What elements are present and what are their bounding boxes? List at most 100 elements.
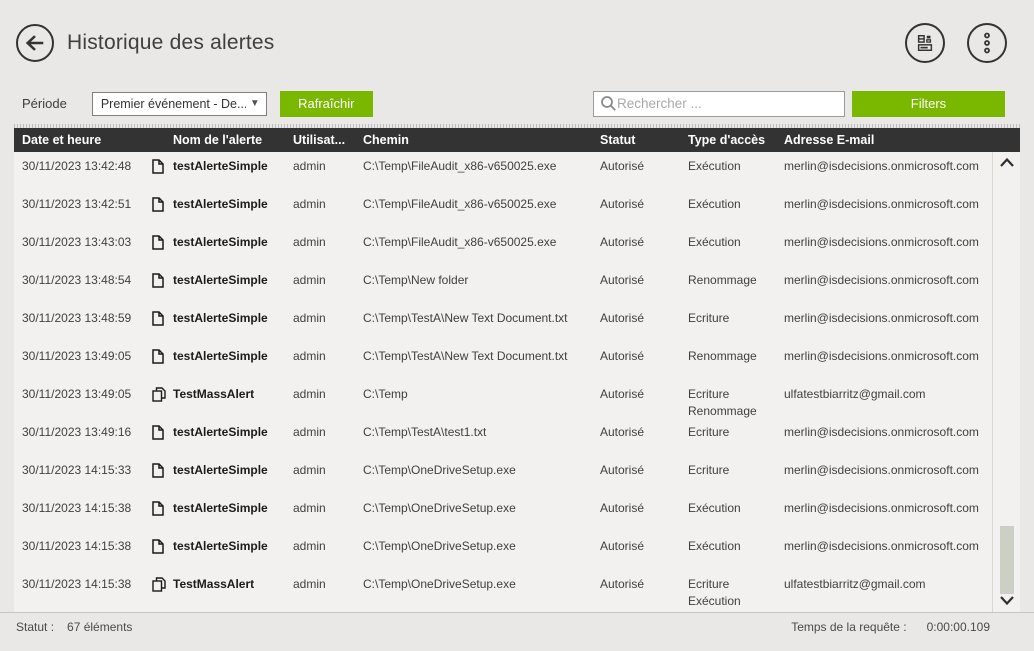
alert-type-icon xyxy=(152,310,173,342)
cell-alert-name: testAlerteSimple xyxy=(173,310,293,342)
status-bar: Statut : 67 éléments Temps de la requête… xyxy=(0,612,1034,651)
search-icon xyxy=(600,95,617,112)
cell-status: Autorisé xyxy=(600,196,688,228)
period-label: Période xyxy=(22,96,67,111)
table-row[interactable]: 30/11/2023 14:15:33 testAlerteSimple adm… xyxy=(22,456,992,494)
cell-email: merlin@isdecisions.onmicrosoft.com xyxy=(784,500,988,532)
table-row[interactable]: 30/11/2023 13:49:05 testAlerteSimple adm… xyxy=(22,342,992,380)
vertical-scrollbar[interactable] xyxy=(993,152,1020,612)
table-row[interactable]: 30/11/2023 14:15:38 testAlerteSimple adm… xyxy=(22,494,992,532)
cell-status: Autorisé xyxy=(600,310,688,342)
chevron-up-icon xyxy=(1000,158,1014,167)
table-row[interactable]: 30/11/2023 13:49:05 TestMassAlert admin … xyxy=(22,380,992,418)
cell-path: C:\Temp\TestA\New Text Document.txt xyxy=(363,310,600,342)
cell-user: admin xyxy=(293,576,363,608)
query-time-label: Temps de la requête : xyxy=(791,620,906,634)
table-row[interactable]: 30/11/2023 13:42:48 testAlerteSimple adm… xyxy=(22,152,992,190)
cell-user: admin xyxy=(293,386,363,418)
column-header-1[interactable]: Nom de l'alerte xyxy=(173,133,293,147)
cell-datetime: 30/11/2023 13:49:16 xyxy=(22,424,152,456)
table-header: Date et heureNom de l'alerteUtilisat...C… xyxy=(14,128,1020,152)
cell-datetime: 30/11/2023 14:15:33 xyxy=(22,462,152,494)
table-row[interactable]: 30/11/2023 14:15:38 testAlerteSimple adm… xyxy=(22,532,992,570)
cell-status: Autorisé xyxy=(600,424,688,456)
cell-user: admin xyxy=(293,424,363,456)
cell-alert-name: testAlerteSimple xyxy=(173,158,293,190)
alert-type-icon xyxy=(152,196,173,228)
alert-type-icon xyxy=(152,462,173,494)
arrow-left-icon xyxy=(24,32,46,54)
cell-status: Autorisé xyxy=(600,348,688,380)
cell-alert-name: testAlerteSimple xyxy=(173,538,293,570)
column-chooser-icon xyxy=(915,33,935,53)
table-row[interactable]: 30/11/2023 13:48:54 testAlerteSimple adm… xyxy=(22,266,992,304)
column-header-6[interactable]: Adresse E-mail xyxy=(784,133,1020,147)
cell-path: C:\Temp xyxy=(363,386,600,418)
table-row[interactable]: 30/11/2023 13:49:16 testAlerteSimple adm… xyxy=(22,418,992,456)
table-body-wrap: 30/11/2023 13:42:48 testAlerteSimple adm… xyxy=(14,152,1020,612)
scroll-down-button[interactable] xyxy=(993,592,1020,608)
cell-alert-name: testAlerteSimple xyxy=(173,500,293,532)
cell-alert-name: testAlerteSimple xyxy=(173,196,293,228)
cell-path: C:\Temp\OneDriveSetup.exe xyxy=(363,462,600,494)
cell-user: admin xyxy=(293,272,363,304)
cell-datetime: 30/11/2023 13:49:05 xyxy=(22,348,152,380)
cell-path: C:\Temp\FileAudit_x86-v650025.exe xyxy=(363,234,600,266)
cell-alert-name: TestMassAlert xyxy=(173,386,293,418)
cell-access-type: Ecriture Renommage xyxy=(688,386,784,418)
table-row[interactable]: 30/11/2023 13:43:03 testAlerteSimple adm… xyxy=(22,228,992,266)
more-options-button[interactable] xyxy=(967,23,1007,63)
status-label: Statut : xyxy=(16,620,54,634)
cell-email: merlin@isdecisions.onmicrosoft.com xyxy=(784,538,988,570)
cell-email: merlin@isdecisions.onmicrosoft.com xyxy=(784,424,988,456)
alert-type-icon xyxy=(152,158,173,190)
cell-user: admin xyxy=(293,196,363,228)
cell-access-type: Renommage xyxy=(688,348,784,380)
cell-path: C:\Temp\OneDriveSetup.exe xyxy=(363,576,600,608)
alert-type-icon xyxy=(152,272,173,304)
cell-datetime: 30/11/2023 13:42:48 xyxy=(22,158,152,190)
cell-path: C:\Temp\TestA\New Text Document.txt xyxy=(363,348,600,380)
column-header-0[interactable]: Date et heure xyxy=(22,133,173,147)
table-row[interactable]: 30/11/2023 14:15:38 TestMassAlert admin … xyxy=(22,570,992,608)
cell-email: merlin@isdecisions.onmicrosoft.com xyxy=(784,158,988,190)
column-header-2[interactable]: Utilisat... xyxy=(293,133,363,147)
cell-access-type: Exécution xyxy=(688,196,784,228)
search-input[interactable] xyxy=(617,96,840,111)
toolbar: Période Premier événement - De... ▼ Rafr… xyxy=(0,85,1034,122)
cell-access-type: Ecriture xyxy=(688,310,784,342)
filters-button[interactable]: Filters xyxy=(852,91,1005,117)
refresh-button[interactable]: Rafraîchir xyxy=(280,91,373,117)
cell-datetime: 30/11/2023 14:15:38 xyxy=(22,538,152,570)
caret-down-icon: ▼ xyxy=(250,98,260,109)
table-row[interactable]: 30/11/2023 13:48:59 testAlerteSimple adm… xyxy=(22,304,992,342)
cell-status: Autorisé xyxy=(600,462,688,494)
cell-email: merlin@isdecisions.onmicrosoft.com xyxy=(784,196,988,228)
column-chooser-button[interactable] xyxy=(905,23,945,63)
cell-status: Autorisé xyxy=(600,538,688,570)
page-title: Historique des alertes xyxy=(67,31,275,55)
table-row[interactable]: 30/11/2023 13:42:51 testAlerteSimple adm… xyxy=(22,190,992,228)
alerts-table: Date et heureNom de l'alerteUtilisat...C… xyxy=(14,128,1020,612)
scroll-up-button[interactable] xyxy=(993,154,1020,170)
cell-status: Autorisé xyxy=(600,386,688,418)
cell-alert-name: testAlerteSimple xyxy=(173,462,293,494)
alert-type-icon xyxy=(152,576,173,608)
alert-type-icon xyxy=(152,234,173,266)
cell-access-type: Ecriture Exécution xyxy=(688,576,784,608)
alert-type-icon xyxy=(152,538,173,570)
period-dropdown[interactable]: Premier événement - De... ▼ xyxy=(92,92,267,116)
cell-user: admin xyxy=(293,158,363,190)
cell-access-type: Exécution xyxy=(688,538,784,570)
column-header-5[interactable]: Type d'accès xyxy=(688,133,784,147)
column-header-3[interactable]: Chemin xyxy=(363,133,600,147)
chevron-down-icon xyxy=(1000,596,1014,605)
cell-email: merlin@isdecisions.onmicrosoft.com xyxy=(784,462,988,494)
scrollbar-thumb[interactable] xyxy=(1000,526,1014,594)
cell-status: Autorisé xyxy=(600,234,688,266)
cell-status: Autorisé xyxy=(600,158,688,190)
back-button[interactable] xyxy=(16,24,54,62)
cell-path: C:\Temp\FileAudit_x86-v650025.exe xyxy=(363,158,600,190)
column-header-4[interactable]: Statut xyxy=(600,133,688,147)
period-dropdown-value: Premier événement - De... xyxy=(101,97,246,111)
